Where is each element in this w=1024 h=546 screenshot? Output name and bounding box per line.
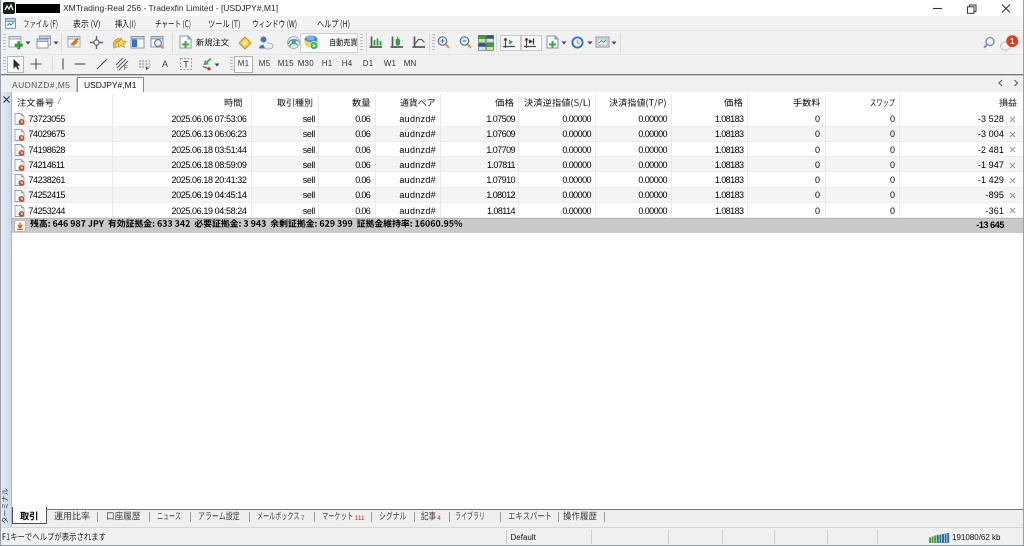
svg-text:1: 1: [1010, 37, 1015, 46]
svg-text:T: T: [183, 60, 189, 70]
svg-text:F: F: [124, 66, 128, 72]
